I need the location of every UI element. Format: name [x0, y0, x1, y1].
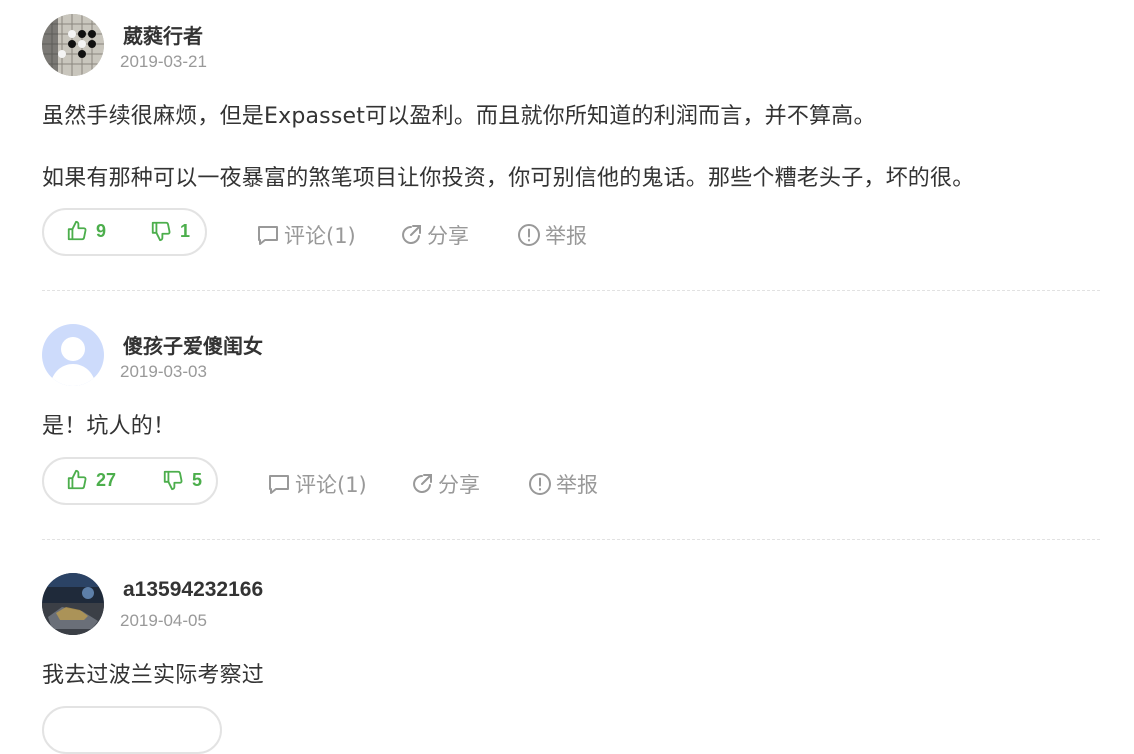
comment-button[interactable]: 评论(1) [267, 469, 367, 499]
comment-text: 是！坑人的！ [42, 414, 176, 439]
dislike-button[interactable]: 1 [150, 220, 190, 242]
comment-item: 傻孩子爱傻闺女 2019-03-03 是！坑人的！ 27 5 评论(1) 分享 [42, 324, 1100, 524]
username[interactable]: 傻孩子爱傻闺女 [123, 330, 263, 359]
exclamation-circle-icon [529, 473, 551, 495]
comment-label: 评论(1) [295, 473, 367, 497]
speech-bubble-icon [269, 475, 289, 494]
share-arrow-icon [413, 474, 432, 493]
vote-pill [42, 706, 222, 754]
comment-button[interactable]: 评论(1) [256, 220, 356, 250]
share-button[interactable]: 分享 [410, 469, 480, 499]
exclamation-circle-icon [518, 224, 540, 246]
comment-date: 2019-03-21 [120, 52, 207, 71]
report-button[interactable]: 举报 [517, 220, 587, 250]
dislike-button[interactable]: 5 [162, 469, 202, 491]
thumbs-up-icon [67, 469, 87, 490]
comment-text: 虽然手续很麻烦，但是Expasset可以盈利。而且就你所知道的利润而言，并不算高… [42, 104, 876, 129]
share-label: 分享 [438, 473, 480, 497]
like-button[interactable]: 9 [66, 220, 106, 242]
like-button[interactable]: 27 [66, 469, 116, 491]
comment-item: a13594232166 2019-04-05 我去过波兰实际考察过 [42, 573, 1100, 754]
share-button[interactable]: 分享 [399, 220, 469, 250]
avatar[interactable] [42, 324, 104, 386]
thumbs-down-icon [163, 470, 183, 491]
like-count: 27 [96, 469, 117, 490]
comment-date: 2019-04-05 [120, 611, 207, 630]
avatar[interactable] [42, 573, 104, 635]
comment-item: 葳蕤行者 2019-03-21 虽然手续很麻烦，但是Expasset可以盈利。而… [42, 14, 1100, 274]
report-label: 举报 [556, 473, 598, 497]
thumbs-down-icon [151, 221, 171, 242]
divider [42, 290, 1100, 291]
share-arrow-icon [402, 225, 421, 244]
comment-text: 我去过波兰实际考察过 [42, 663, 265, 688]
comment-label: 评论(1) [284, 224, 356, 248]
thumbs-up-icon [67, 220, 87, 241]
avatar[interactable] [42, 14, 104, 76]
comment-text: 如果有那种可以一夜暴富的煞笔项目让你投资，你可别信他的鬼话。那些个糟老头子，坏的… [42, 166, 975, 191]
vote-pill: 9 1 [42, 208, 207, 256]
divider [42, 539, 1100, 540]
vote-pill: 27 5 [42, 457, 218, 505]
dislike-count: 1 [180, 220, 191, 241]
username[interactable]: 葳蕤行者 [123, 20, 203, 49]
share-label: 分享 [427, 224, 469, 248]
report-label: 举报 [545, 224, 587, 248]
username[interactable]: a13594232166 [123, 578, 263, 602]
dislike-count: 5 [192, 469, 203, 490]
report-button[interactable]: 举报 [528, 469, 598, 499]
speech-bubble-icon [258, 226, 278, 245]
comment-date: 2019-03-03 [120, 362, 207, 381]
like-count: 9 [96, 220, 107, 241]
